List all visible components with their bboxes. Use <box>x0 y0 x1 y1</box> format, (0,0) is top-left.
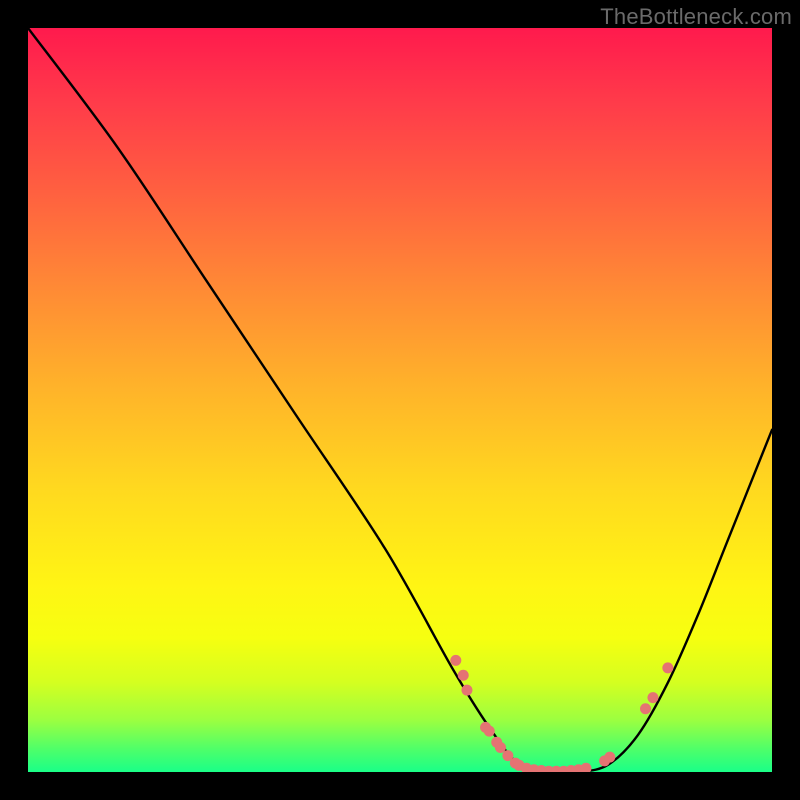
curve-marker <box>581 763 592 772</box>
curve-marker <box>604 752 615 763</box>
curve-marker <box>461 685 472 696</box>
curve-marker <box>450 655 461 666</box>
bottleneck-curve-svg <box>28 28 772 772</box>
curve-marker <box>662 662 673 673</box>
bottleneck-curve <box>28 28 772 772</box>
curve-marker <box>647 692 658 703</box>
curve-marker <box>640 703 651 714</box>
curve-markers <box>450 655 673 772</box>
curve-marker <box>458 670 469 681</box>
curve-marker <box>484 726 495 737</box>
watermark-text: TheBottleneck.com <box>600 4 792 30</box>
plot-area <box>28 28 772 772</box>
curve-marker <box>495 742 506 753</box>
chart-frame: TheBottleneck.com <box>0 0 800 800</box>
